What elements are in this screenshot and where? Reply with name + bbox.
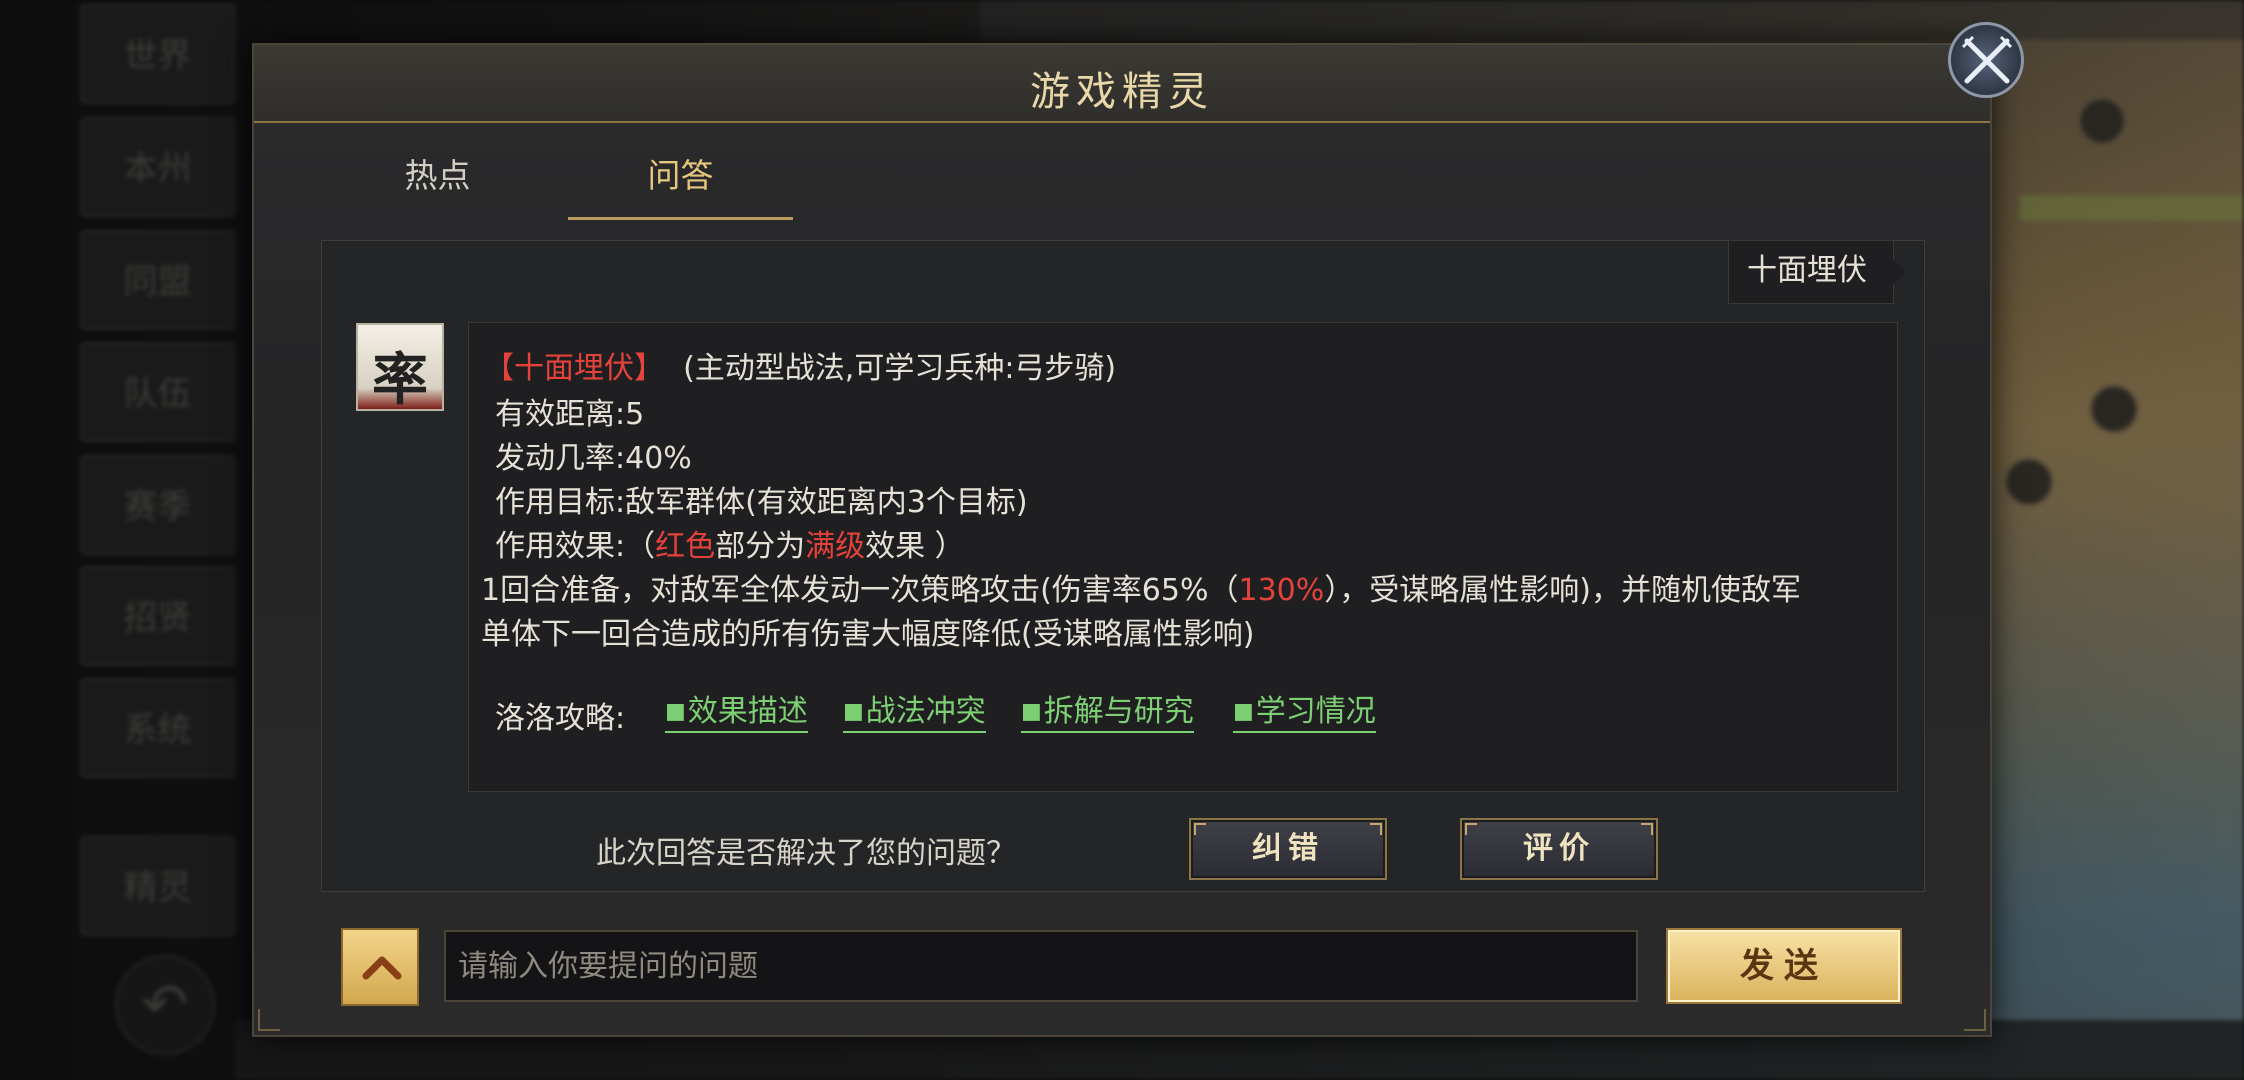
frame-corner-ornament <box>258 1009 280 1031</box>
skill-target: 作用目标:敌军群体(有效距离内3个目标) <box>495 485 1028 520</box>
rate-button[interactable]: 评价 <box>1460 818 1658 880</box>
skill-description-line-2: 单体下一回合造成的所有伤害大幅度降低(受谋略属性影响) <box>481 617 1255 652</box>
background-sidebar: 世界 本州 同盟 队伍 赛季 招贤 系统 精灵 <box>80 0 235 960</box>
bullet-icon: ■ <box>1021 699 1042 724</box>
sidebar-button-state: 本州 <box>80 117 235 217</box>
effect-red-word: 红色 <box>655 529 716 564</box>
bullet-icon: ■ <box>1233 699 1254 724</box>
map-pin-icon <box>2078 97 2126 145</box>
strategy-link-conflict[interactable]: ■战法冲突 <box>843 693 986 733</box>
effect-mid: 部分为 <box>715 529 806 564</box>
effect-suffix: 效果 ） <box>865 529 965 564</box>
answer-title-line: 【十面埋伏】 (主动型战法,可学习兵种:弓步骑) <box>484 343 1116 387</box>
skill-effect-note: 作用效果:（红色部分为满级效果 ） <box>495 521 965 565</box>
avatar-glyph: 率 <box>372 347 428 411</box>
strategy-link-label: 战法冲突 <box>865 694 986 729</box>
strategy-link-label: 效果描述 <box>687 694 808 729</box>
strategy-link-learning[interactable]: ■学习情况 <box>1233 693 1376 733</box>
crossed-swords-close-icon <box>1961 35 2013 84</box>
skill-description-line-1: 1回合准备，对敌军全体发动一次策略攻击(伤害率65%（130%），受谋略属性影响… <box>481 565 1801 609</box>
strategy-link-effect[interactable]: ■效果描述 <box>665 693 808 733</box>
dialog-title: 游戏精灵 <box>1030 69 1214 115</box>
strategy-label: 洛洛攻略: <box>495 701 626 736</box>
desc1-max-value: 130% <box>1238 573 1325 608</box>
skill-chance: 发动几率:40% <box>495 441 692 476</box>
strategy-link-label: 拆解与研究 <box>1043 694 1194 729</box>
frame-corner-ornament <box>1964 1009 1986 1031</box>
skill-name: 【十面埋伏】 <box>484 351 664 386</box>
background-top-bar <box>980 0 2244 40</box>
map-pin-icon <box>2090 385 2138 433</box>
sidebar-button-recruit: 招贤 <box>80 566 235 666</box>
back-arrow-icon: ↶ <box>115 955 215 1055</box>
sprite-avatar: 率 <box>356 323 444 411</box>
user-question-bubble: 十面埋伏 <box>1728 240 1907 304</box>
sidebar-button-season: 赛季 <box>80 455 235 555</box>
dialog-title-bar: 游戏精灵 <box>254 45 1990 123</box>
strategy-link-label: 学习情况 <box>1255 694 1376 729</box>
desc1-prefix: 1回合准备，对敌军全体发动一次策略攻击(伤害率65%（ <box>481 573 1239 608</box>
bullet-icon: ■ <box>665 699 686 724</box>
strategy-link-research[interactable]: ■拆解与研究 <box>1021 693 1194 733</box>
sidebar-button-alliance: 同盟 <box>80 230 235 330</box>
expand-button[interactable] <box>341 928 419 1006</box>
correct-error-button[interactable]: 纠错 <box>1189 818 1387 880</box>
effect-max-level: 满级 <box>805 529 866 564</box>
sidebar-button-sprite: 精灵 <box>80 836 235 936</box>
feedback-question: 此次回答是否解决了您的问题？ <box>596 836 1016 871</box>
map-pin-icon <box>2005 458 2053 506</box>
chevron-up-icon <box>362 956 402 980</box>
tab-qa[interactable]: 问答 <box>568 140 793 220</box>
skill-range: 有效距离:5 <box>495 397 645 432</box>
background-progress-bar <box>2020 195 2244 221</box>
tab-hot-topics[interactable]: 热点 <box>325 140 550 220</box>
sidebar-button-system: 系统 <box>80 678 235 778</box>
question-input[interactable] <box>444 930 1638 1002</box>
desc1-suffix: ），受谋略属性影响)，并随机使敌军 <box>1324 573 1801 608</box>
send-button[interactable]: 发送 <box>1666 928 1902 1004</box>
sidebar-button-world: 世界 <box>80 4 235 104</box>
sidebar-button-team: 队伍 <box>80 342 235 442</box>
skill-type: (主动型战法,可学习兵种:弓步骑) <box>683 351 1117 386</box>
close-button[interactable] <box>1948 22 2024 98</box>
bullet-icon: ■ <box>843 699 864 724</box>
effect-prefix: 作用效果:（ <box>495 529 656 564</box>
